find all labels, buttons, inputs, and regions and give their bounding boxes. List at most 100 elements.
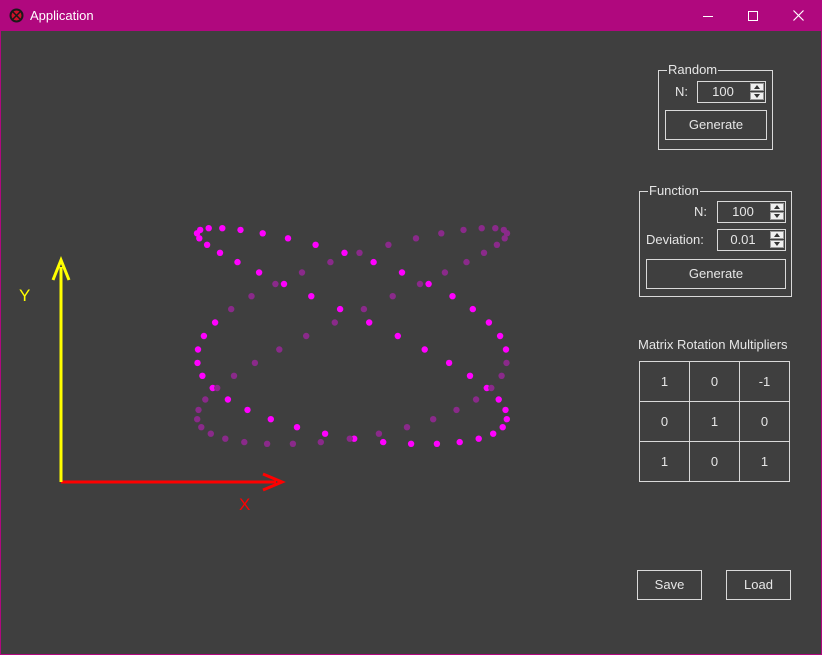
spin-up-icon[interactable] [770, 231, 784, 239]
data-point [469, 305, 476, 313]
matrix-cell[interactable]: 1 [639, 441, 690, 482]
matrix-cell[interactable]: 0 [639, 401, 690, 442]
point-cloud-canvas[interactable]: X Y [1, 31, 621, 551]
data-point [495, 396, 502, 403]
data-point [370, 258, 377, 266]
data-point [466, 372, 474, 379]
data-point [228, 305, 235, 313]
data-point [449, 293, 456, 300]
random-group: Random N: 100 Generate [658, 62, 773, 150]
data-point [341, 249, 348, 256]
data-point [230, 372, 238, 379]
data-point [441, 269, 449, 276]
matrix-cell[interactable]: 0 [689, 441, 740, 482]
data-point [280, 280, 288, 288]
random-generate-button[interactable]: Generate [665, 110, 767, 140]
random-n-value: 100 [712, 84, 734, 99]
data-point [200, 332, 208, 340]
data-point [259, 230, 266, 237]
maximize-button[interactable] [730, 0, 775, 31]
data-point [438, 230, 445, 237]
data-point [293, 424, 301, 431]
data-point [321, 430, 329, 437]
random-n-spinbox[interactable]: 100 [697, 81, 766, 103]
data-point [394, 332, 401, 340]
data-point [453, 406, 460, 414]
data-point [237, 226, 244, 234]
data-point [263, 440, 271, 447]
data-point [216, 249, 224, 256]
data-point [194, 346, 202, 353]
data-point [478, 225, 485, 232]
data-point [503, 416, 510, 423]
data-point [219, 225, 226, 232]
random-n-arrows[interactable] [750, 83, 764, 101]
random-group-title: Random [667, 62, 719, 78]
data-point [211, 319, 219, 326]
spin-up-icon[interactable] [750, 83, 764, 91]
data-point [425, 280, 432, 288]
spin-down-icon[interactable] [750, 92, 764, 100]
minimize-button[interactable] [685, 0, 730, 31]
data-point [480, 249, 488, 256]
data-point [412, 235, 420, 242]
data-point [276, 346, 283, 353]
matrix-cell[interactable]: 0 [689, 361, 740, 402]
point-cloud [193, 225, 511, 447]
data-point [346, 435, 353, 442]
close-button[interactable] [776, 0, 821, 31]
data-point [492, 225, 499, 232]
function-generate-button[interactable]: Generate [646, 259, 786, 289]
spin-down-icon[interactable] [770, 240, 784, 248]
data-point [356, 249, 363, 256]
data-point [267, 416, 274, 423]
matrix-cell[interactable]: 1 [739, 441, 790, 482]
spin-up-icon[interactable] [770, 203, 784, 211]
client-area: X Y Random N: 100 Generate Function N: 1… [1, 31, 821, 654]
window-title: Application [30, 8, 94, 23]
matrix-cell[interactable]: 0 [739, 401, 790, 442]
data-point [498, 372, 505, 379]
data-point [244, 406, 251, 414]
data-point [234, 258, 241, 266]
data-point [198, 424, 205, 431]
title-bar[interactable]: Application [0, 0, 822, 31]
app-window: Application X Y Random N: 100 Generate F… [0, 0, 822, 655]
function-n-arrows[interactable] [770, 203, 784, 221]
load-button[interactable]: Load [726, 570, 791, 600]
data-point [445, 359, 453, 367]
data-point [490, 430, 497, 437]
random-n-label: N: [675, 84, 688, 99]
data-point [385, 241, 392, 248]
data-point [463, 258, 470, 266]
data-point [403, 424, 411, 431]
data-point [460, 226, 467, 234]
data-point [202, 396, 209, 403]
data-point [312, 241, 319, 248]
data-point [331, 319, 338, 326]
data-point [194, 359, 201, 367]
data-point [196, 235, 203, 242]
data-point [199, 372, 206, 379]
save-button[interactable]: Save [637, 570, 702, 600]
data-point [421, 346, 428, 353]
data-point [501, 235, 508, 242]
data-point [255, 269, 263, 276]
data-point [496, 332, 504, 340]
matrix-cell[interactable]: -1 [739, 361, 790, 402]
y-axis-label: Y [19, 286, 30, 305]
spin-down-icon[interactable] [770, 212, 784, 220]
data-point [203, 241, 211, 248]
data-point [499, 424, 506, 431]
deviation-spinbox[interactable]: 0.01 [717, 229, 786, 251]
data-point [241, 438, 248, 446]
data-point [222, 435, 229, 442]
data-point [472, 396, 480, 403]
data-point [475, 435, 482, 442]
matrix-cell[interactable]: 1 [639, 361, 690, 402]
function-n-value: 100 [732, 204, 754, 219]
deviation-arrows[interactable] [770, 231, 784, 249]
function-n-spinbox[interactable]: 100 [717, 201, 786, 223]
minimize-icon [702, 15, 713, 17]
matrix-cell[interactable]: 1 [689, 401, 740, 442]
